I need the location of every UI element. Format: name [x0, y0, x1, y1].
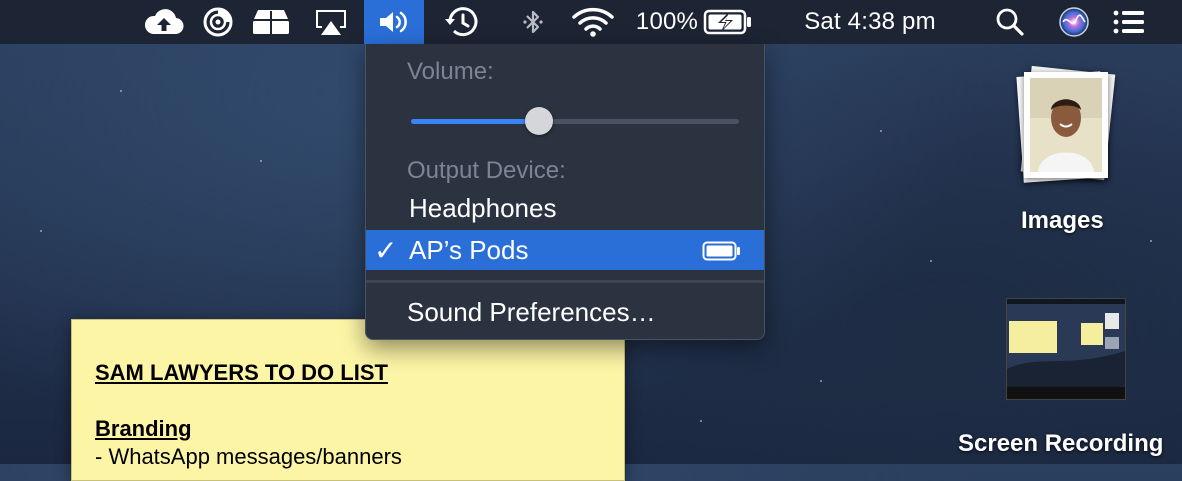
star — [880, 130, 882, 132]
star — [40, 230, 42, 232]
cloud-upload-icon[interactable] — [142, 0, 186, 44]
menu-separator — [366, 280, 764, 283]
note-line: - WhatsApp messages/banners — [95, 444, 402, 469]
volume-slider-thumb[interactable] — [524, 107, 553, 135]
volume-menu: Volume: Output Device: Headphones ✓ AP’s… — [365, 44, 765, 340]
photo-stack-front — [1024, 72, 1108, 178]
volume-slider-fill — [411, 119, 539, 124]
menu-bar: 100% Sat 4:38 pm — [0, 0, 1182, 44]
time-machine-icon[interactable] — [440, 0, 484, 44]
spotlight-search-icon[interactable] — [990, 0, 1030, 44]
battery-icon — [702, 241, 740, 261]
notification-center-icon[interactable] — [1108, 0, 1150, 44]
battery-charging-icon[interactable] — [702, 0, 754, 44]
device-headphones[interactable]: Headphones — [366, 188, 764, 228]
device-label: Headphones — [409, 192, 557, 223]
note-title: SAM LAWYERS TO DO LIST — [95, 360, 388, 385]
airplay-icon[interactable] — [310, 0, 352, 44]
volume-slider[interactable] — [411, 107, 739, 135]
battery-percent[interactable]: 100% — [632, 0, 702, 44]
device-aps-pods[interactable]: ✓ AP’s Pods — [366, 230, 764, 270]
device-label: AP’s Pods — [409, 234, 529, 265]
screen-recording-label: Screen Recording — [958, 430, 1164, 457]
star — [930, 260, 932, 262]
volume-header: Volume: — [407, 58, 494, 85]
star — [120, 90, 122, 92]
volume-icon[interactable] — [364, 0, 424, 44]
checkmark-icon: ✓ — [374, 235, 398, 266]
clock[interactable]: Sat 4:38 pm — [782, 0, 958, 44]
note-section-heading: Branding — [95, 416, 192, 441]
screen-recording-thumbnail — [1006, 298, 1126, 400]
sound-preferences-item[interactable]: Sound Preferences… — [366, 292, 764, 332]
sticky-note[interactable]: SAM LAWYERS TO DO LIST Branding - WhatsA… — [71, 319, 625, 481]
bluetooth-icon[interactable] — [518, 0, 548, 44]
wifi-icon[interactable] — [568, 0, 618, 44]
sound-preferences-label: Sound Preferences… — [407, 296, 656, 327]
star — [1150, 240, 1152, 242]
star — [820, 380, 822, 382]
activity-disc-icon[interactable] — [200, 0, 236, 44]
images-label: Images — [1021, 207, 1104, 234]
storage-drive-icon[interactable] — [248, 0, 294, 44]
output-device-header: Output Device: — [407, 157, 566, 184]
siri-icon[interactable] — [1056, 0, 1092, 44]
star — [700, 420, 702, 422]
star — [260, 160, 262, 162]
portrait-photo-icon — [1030, 78, 1102, 172]
